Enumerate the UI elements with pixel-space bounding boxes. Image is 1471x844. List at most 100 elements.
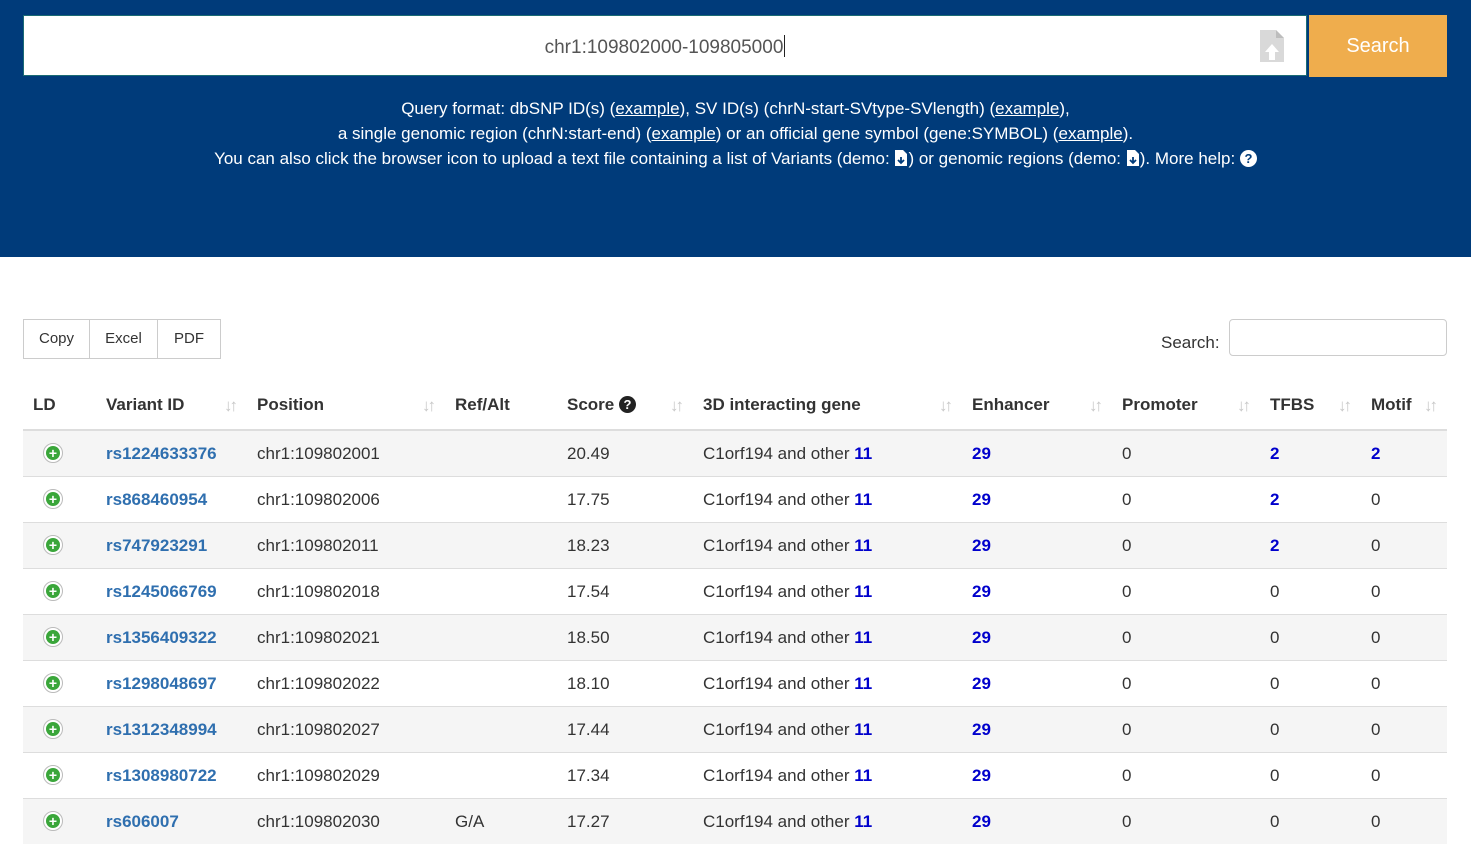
table-row: +rs1356409322chr1:10980202118.50C1orf194… [23, 615, 1447, 661]
pdf-button[interactable]: PDF [158, 319, 221, 359]
enhancer-link[interactable]: 29 [972, 444, 991, 463]
score-help-icon[interactable]: ? [619, 396, 636, 413]
column-header-variant-id[interactable]: Variant ID↓↑ [96, 381, 247, 430]
gene-count-link[interactable]: 11 [854, 628, 872, 647]
enhancer-link[interactable]: 29 [972, 490, 991, 509]
variant-id-link[interactable]: rs1224633376 [106, 444, 217, 463]
gene-count-link[interactable]: 11 [854, 720, 872, 739]
export-buttons: Copy Excel PDF [23, 319, 221, 359]
gene-cell: C1orf194 and other 11 [693, 477, 962, 523]
expand-ld-icon[interactable]: + [43, 765, 63, 785]
enhancer-link[interactable]: 29 [972, 720, 991, 739]
variant-id-link[interactable]: rs606007 [106, 812, 179, 831]
table-row: +rs1224633376chr1:10980200120.49C1orf194… [23, 430, 1447, 477]
table-search-input[interactable] [1229, 319, 1447, 356]
promoter-cell: 0 [1112, 753, 1260, 799]
help-text: You can also click the browser icon to u… [214, 149, 894, 168]
ld-cell: + [23, 707, 96, 753]
sort-icon[interactable]: ↓↑ [939, 396, 950, 416]
expand-ld-icon[interactable]: + [43, 673, 63, 693]
expand-ld-icon[interactable]: + [43, 719, 63, 739]
position-cell: chr1:109802030 [247, 799, 445, 844]
variant-id-link[interactable]: rs1356409322 [106, 628, 217, 647]
promoter-cell: 0 [1112, 523, 1260, 569]
column-header-motif[interactable]: Motif↓↑ [1361, 381, 1447, 430]
score-cell: 17.44 [557, 707, 693, 753]
enhancer-cell: 29 [962, 430, 1112, 477]
enhancer-link[interactable]: 29 [972, 812, 991, 831]
gene-count-link[interactable]: 11 [854, 766, 872, 785]
enhancer-link[interactable]: 29 [972, 766, 991, 785]
ref-alt-cell [445, 615, 557, 661]
expand-ld-icon[interactable]: + [43, 581, 63, 601]
variant-id-link[interactable]: rs747923291 [106, 536, 207, 555]
excel-button[interactable]: Excel [90, 319, 158, 359]
motif-link[interactable]: 2 [1371, 444, 1380, 463]
sort-icon[interactable]: ↓↑ [1424, 396, 1435, 416]
ref-alt-cell [445, 477, 557, 523]
variant-id-link[interactable]: rs1298048697 [106, 674, 217, 693]
example-link-sv[interactable]: example [995, 99, 1059, 118]
gene-count-link[interactable]: 11 [854, 812, 872, 831]
variant-id-link[interactable]: rs1308980722 [106, 766, 217, 785]
demo-regions-file-icon[interactable] [1126, 149, 1140, 167]
enhancer-link[interactable]: 29 [972, 536, 991, 555]
expand-ld-icon[interactable]: + [43, 443, 63, 463]
sort-icon[interactable]: ↓↑ [1237, 396, 1248, 416]
sort-icon[interactable]: ↓↑ [1089, 396, 1100, 416]
ld-cell: + [23, 430, 96, 477]
enhancer-link[interactable]: 29 [972, 628, 991, 647]
help-text: ) or genomic regions (demo: [908, 149, 1125, 168]
motif-cell: 0 [1361, 799, 1447, 844]
expand-ld-icon[interactable]: + [43, 489, 63, 509]
column-header-ld: LD [23, 381, 96, 430]
promoter-cell: 0 [1112, 661, 1260, 707]
tfbs-link[interactable]: 2 [1270, 444, 1279, 463]
sort-icon[interactable]: ↓↑ [1338, 396, 1349, 416]
gene-count-link[interactable]: 11 [854, 490, 872, 509]
column-header-tfbs[interactable]: TFBS↓↑ [1260, 381, 1361, 430]
text-caret [784, 35, 785, 57]
variant-id-link[interactable]: rs868460954 [106, 490, 207, 509]
expand-ld-icon[interactable]: + [43, 535, 63, 555]
help-text: Query format: dbSNP ID(s) ( [401, 99, 615, 118]
query-input[interactable]: chr1:109802000-109805000 [23, 15, 1307, 76]
example-link-gene[interactable]: example [1058, 124, 1122, 143]
tfbs-link[interactable]: 2 [1270, 490, 1279, 509]
header-banner: chr1:109802000-109805000 Search Query fo… [0, 0, 1471, 257]
column-header-3d-gene[interactable]: 3D interacting gene↓↑ [693, 381, 962, 430]
example-link-region[interactable]: example [652, 124, 716, 143]
column-header-enhancer[interactable]: Enhancer↓↑ [962, 381, 1112, 430]
gene-count-link[interactable]: 11 [854, 674, 872, 693]
table-header-row: LD Variant ID↓↑ Position↓↑ Ref/Alt Score… [23, 381, 1447, 430]
expand-ld-icon[interactable]: + [43, 811, 63, 831]
enhancer-link[interactable]: 29 [972, 674, 991, 693]
gene-text: C1orf194 and other [703, 720, 854, 739]
sort-icon[interactable]: ↓↑ [224, 396, 235, 416]
tfbs-cell: 2 [1260, 430, 1361, 477]
sort-icon[interactable]: ↓↑ [670, 396, 681, 416]
copy-button[interactable]: Copy [23, 319, 90, 359]
example-link-dbsnp[interactable]: example [615, 99, 679, 118]
sort-icon[interactable]: ↓↑ [422, 396, 433, 416]
variant-id-cell: rs606007 [96, 799, 247, 844]
score-cell: 18.50 [557, 615, 693, 661]
variant-id-link[interactable]: rs1312348994 [106, 720, 217, 739]
column-header-promoter[interactable]: Promoter↓↑ [1112, 381, 1260, 430]
gene-count-link[interactable]: 11 [854, 444, 872, 463]
tfbs-link[interactable]: 2 [1270, 536, 1279, 555]
demo-variants-file-icon[interactable] [894, 149, 908, 167]
help-question-icon[interactable]: ? [1240, 150, 1257, 167]
variant-id-link[interactable]: rs1245066769 [106, 582, 217, 601]
enhancer-cell: 29 [962, 523, 1112, 569]
enhancer-cell: 29 [962, 615, 1112, 661]
tfbs-cell: 0 [1260, 615, 1361, 661]
enhancer-link[interactable]: 29 [972, 582, 991, 601]
search-button[interactable]: Search [1309, 15, 1447, 77]
column-header-position[interactable]: Position↓↑ [247, 381, 445, 430]
upload-file-icon[interactable] [1258, 28, 1286, 64]
gene-count-link[interactable]: 11 [854, 536, 872, 555]
expand-ld-icon[interactable]: + [43, 627, 63, 647]
column-header-score[interactable]: Score ?↓↑ [557, 381, 693, 430]
gene-count-link[interactable]: 11 [854, 582, 872, 601]
